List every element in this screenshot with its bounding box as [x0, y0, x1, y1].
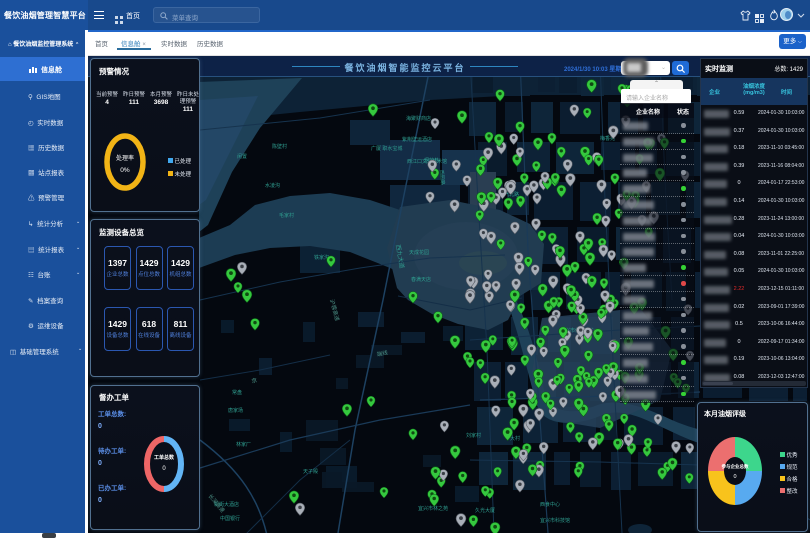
svg-text:陈壁村: 陈壁村	[272, 143, 287, 150]
svg-text:久光大厦: 久光大厦	[475, 507, 495, 514]
svg-text:天子殿: 天子殿	[303, 468, 318, 475]
svg-text:宜兴市林之苑: 宜兴市林之苑	[418, 505, 448, 512]
svg-text:常盘: 常盘	[232, 389, 242, 396]
svg-text:天成花园: 天成花园	[409, 249, 429, 256]
svg-text:紫荆壁运酒店: 紫荆壁运酒店	[402, 136, 432, 143]
svg-text:中国银行: 中国银行	[220, 515, 240, 522]
svg-text:闲置: 闲置	[237, 153, 247, 160]
svg-text:宜兴市科技馆: 宜兴市科技馆	[540, 517, 570, 524]
svg-text:林家厂: 林家厂	[236, 441, 251, 448]
svg-text:西园路: 西园路	[438, 170, 446, 186]
svg-text:水凌沟: 水凌沟	[265, 182, 280, 189]
svg-text:毛家村: 毛家村	[279, 212, 294, 219]
svg-text:春满天店: 春满天店	[411, 276, 431, 283]
svg-text:广厦 职水宝城: 广厦 职水宝城	[371, 145, 402, 152]
svg-text:海聚财商店: 海聚财商店	[406, 115, 431, 122]
svg-text:西食中心: 西食中心	[540, 501, 560, 508]
svg-text:刘家村: 刘家村	[466, 432, 481, 439]
svg-text:唐家场: 唐家场	[228, 407, 243, 414]
